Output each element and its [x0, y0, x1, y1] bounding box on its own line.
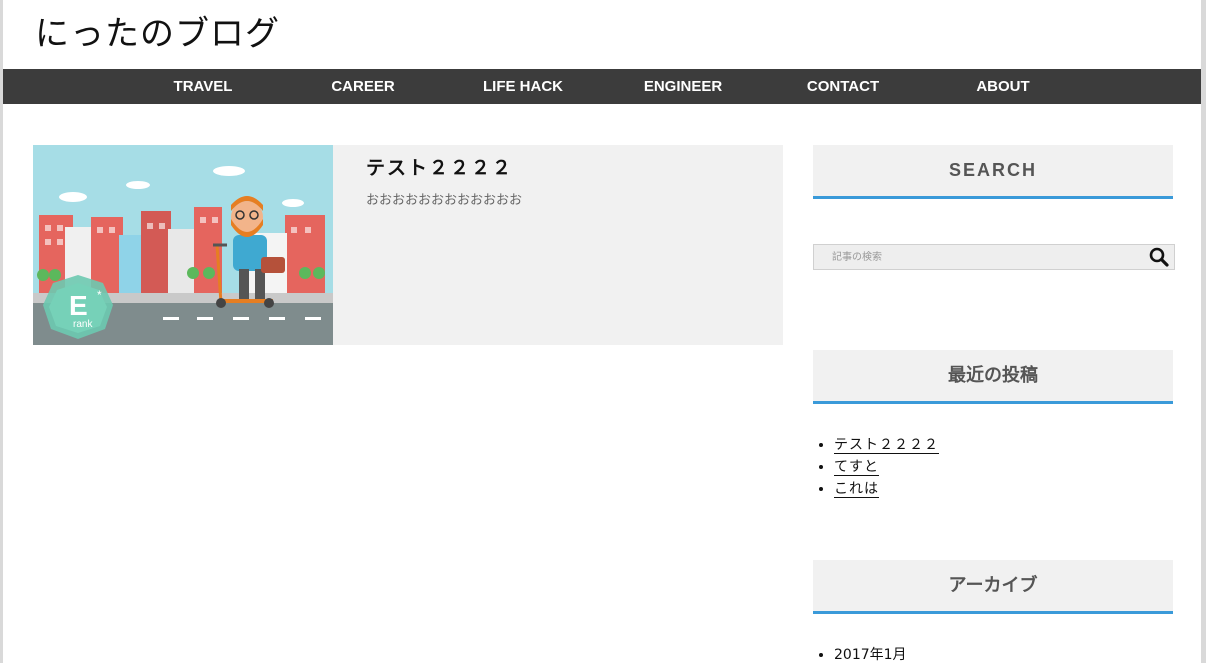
nav-item-travel[interactable]: TRAVEL — [128, 69, 278, 104]
search-box — [813, 244, 1175, 270]
page: にったのブログ TRAVEL CAREER LIFE HACK ENGINEER… — [3, 0, 1201, 663]
list-item: テスト２２２２ — [834, 434, 939, 456]
nav-item-career[interactable]: CAREER — [288, 69, 438, 104]
main-navbar: TRAVEL CAREER LIFE HACK ENGINEER CONTACT… — [3, 69, 1201, 104]
svg-text:E: E — [69, 290, 88, 321]
svg-text:rank: rank — [73, 319, 93, 330]
archive-link[interactable]: 2017年1月 — [834, 647, 907, 663]
list-item: 2017年1月 — [834, 644, 907, 663]
svg-text:*: * — [97, 288, 102, 302]
nav-item-contact[interactable]: CONTACT — [768, 69, 918, 104]
search-input[interactable] — [814, 245, 1134, 269]
recent-posts-list: テスト２２２２ てすと これは — [813, 434, 939, 500]
recent-posts-heading: 最近の投稿 — [813, 350, 1173, 404]
list-item: てすと — [834, 456, 939, 478]
magnifier-icon[interactable] — [1148, 246, 1170, 268]
post-excerpt: おおおおおおおおおおおお — [366, 193, 523, 208]
post-title[interactable]: テスト２２２２ — [366, 153, 513, 180]
post-thumbnail[interactable]: E rank * — [33, 145, 333, 345]
recent-post-link[interactable]: てすと — [834, 459, 879, 476]
search-widget-heading: SEARCH — [813, 145, 1173, 199]
site-title[interactable]: にったのブログ — [35, 6, 280, 55]
archive-list: 2017年1月 — [813, 644, 907, 663]
nav-item-life-hack[interactable]: LIFE HACK — [448, 69, 598, 104]
list-item: これは — [834, 478, 939, 500]
post-card[interactable]: E rank * テスト２２２２ おおおおおおおおおおおお — [33, 145, 783, 345]
recent-post-link[interactable]: これは — [834, 481, 879, 498]
nav-item-engineer[interactable]: ENGINEER — [608, 69, 758, 104]
archive-heading: アーカイブ — [813, 560, 1173, 614]
recent-post-link[interactable]: テスト２２２２ — [834, 437, 939, 454]
nav-item-about[interactable]: ABOUT — [928, 69, 1078, 104]
